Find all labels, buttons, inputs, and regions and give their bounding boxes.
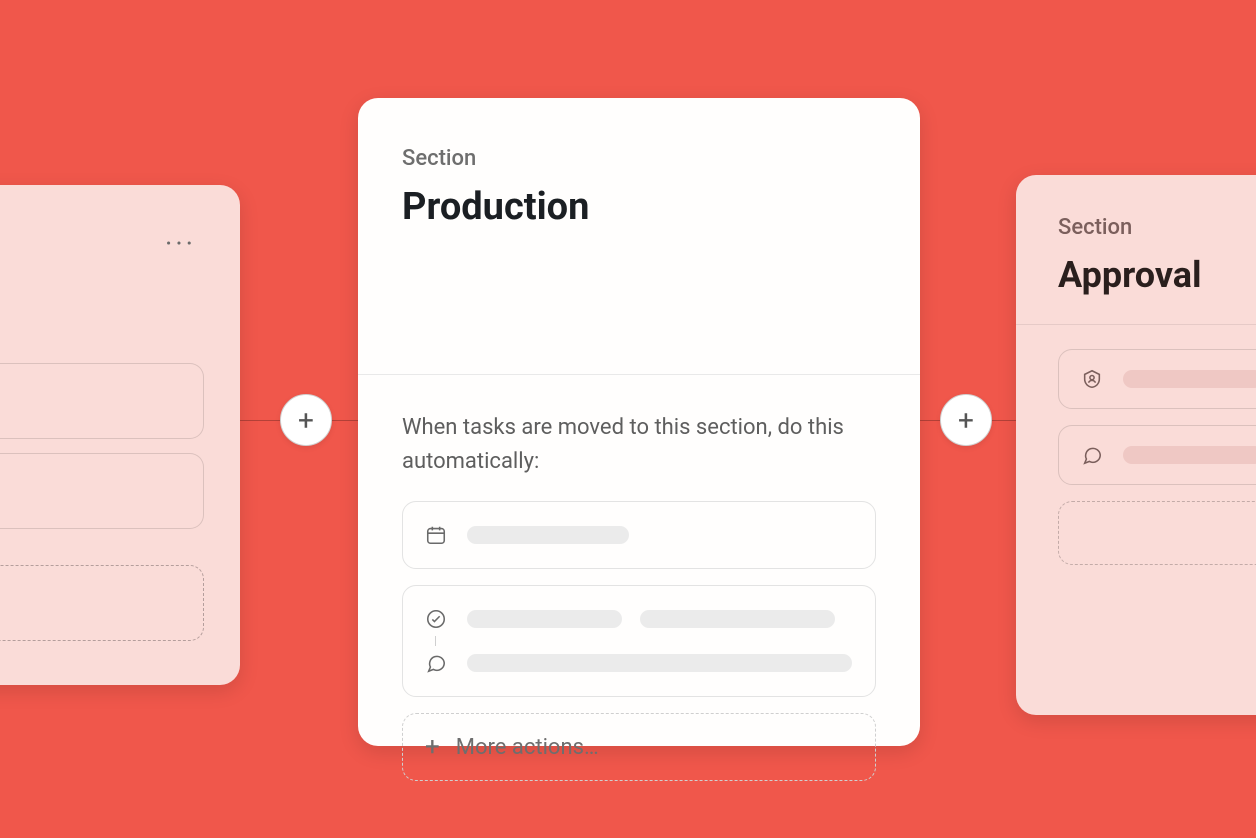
divider <box>358 374 920 375</box>
section-card-approval: Section Approval <box>1016 175 1256 715</box>
rule-content-placeholder <box>467 526 629 544</box>
section-card-production: Section Production When tasks are moved … <box>358 98 920 746</box>
calendar-icon <box>423 522 449 548</box>
ellipsis-icon[interactable]: ··· <box>165 227 196 260</box>
rule-content-placeholder <box>467 610 622 628</box>
automation-rule[interactable] <box>402 585 876 697</box>
automation-prompt: When tasks are moved to this section, do… <box>402 411 876 479</box>
section-card-previous: ··· <box>0 185 240 685</box>
automation-rule[interactable] <box>1058 425 1256 485</box>
plus-icon: + <box>298 404 314 437</box>
rule-content-placeholder <box>1123 370 1256 388</box>
comment-icon <box>423 650 449 676</box>
section-label: Section <box>1058 215 1256 240</box>
rule-content-placeholder <box>1123 446 1256 464</box>
add-rule-placeholder[interactable] <box>0 565 204 641</box>
rule-placeholder[interactable] <box>0 453 204 529</box>
rule-placeholder[interactable] <box>0 363 204 439</box>
add-section-button[interactable]: + <box>940 394 992 446</box>
more-actions-label: More actions… <box>456 735 599 760</box>
section-title: Production <box>402 185 876 229</box>
section-title: Approval <box>1058 254 1256 296</box>
add-section-button[interactable]: + <box>280 394 332 446</box>
rule-content-placeholder <box>467 654 852 672</box>
plus-icon: + <box>958 404 974 437</box>
automation-rule[interactable] <box>1058 349 1256 409</box>
section-label: Section <box>402 146 876 171</box>
comment-icon <box>1079 442 1105 468</box>
divider <box>1016 324 1256 325</box>
check-circle-icon <box>423 606 449 632</box>
rule-content-placeholder <box>640 610 835 628</box>
add-rule-placeholder[interactable] <box>1058 501 1256 565</box>
automation-rule[interactable] <box>402 501 876 569</box>
more-actions-button[interactable]: + More actions… <box>402 713 876 781</box>
step-connector <box>435 636 436 646</box>
assignee-icon <box>1079 366 1105 392</box>
plus-icon: + <box>425 734 440 760</box>
